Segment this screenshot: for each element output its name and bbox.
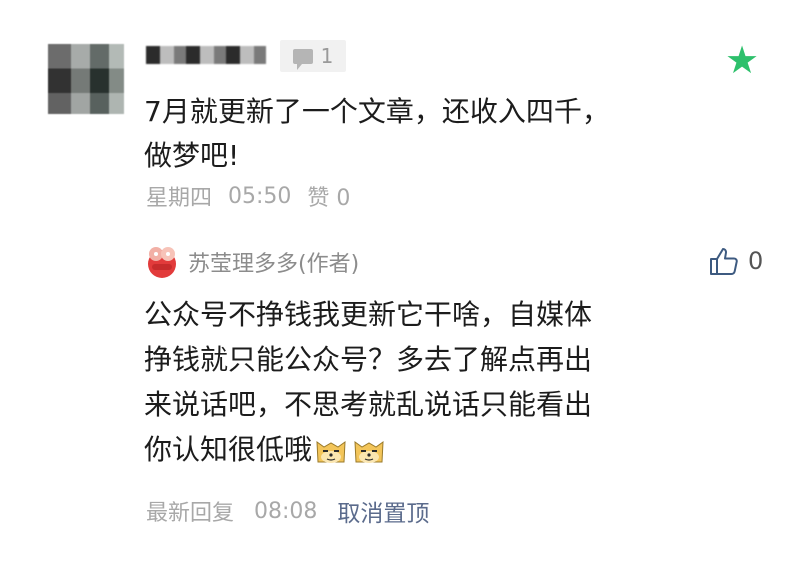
comment-time: 05:50 bbox=[228, 183, 292, 209]
author-avatar bbox=[148, 247, 176, 278]
doge-emoji-icon bbox=[354, 440, 384, 463]
doge-emoji-icon bbox=[316, 440, 346, 463]
latest-reply-time: 08:08 bbox=[254, 498, 318, 524]
reply-meta: 最新回复 08:08 取消置顶 bbox=[146, 494, 429, 528]
reply-text: 公众号不挣钱我更新它干啥，自媒体 挣钱就只能公众号？多去了解点再出 来说话吧，不… bbox=[144, 292, 704, 472]
reply-line: 来说话吧，不思考就乱说话只能看出 bbox=[144, 388, 593, 421]
comment-day: 星期四 bbox=[146, 186, 213, 211]
reply-line: 挣钱就只能公众号？多去了解点再出 bbox=[144, 343, 593, 376]
reply-line: 你认知很低哦 bbox=[144, 433, 313, 466]
comment-text: 7月就更新了一个文章，还收入四千， 做梦吧! bbox=[144, 90, 664, 178]
reply-author[interactable]: 苏莹理多多(作者) bbox=[188, 246, 359, 278]
reply-like-count: 0 bbox=[748, 247, 764, 275]
reply-like-button[interactable]: 0 bbox=[708, 246, 763, 276]
commenter-name-blurred bbox=[146, 46, 266, 64]
reply-count-badge: 1 bbox=[280, 40, 346, 72]
comment-line: 7月就更新了一个文章，还收入四千， bbox=[144, 95, 610, 128]
comment-line: 做梦吧! bbox=[144, 139, 240, 172]
star-icon[interactable]: ★ bbox=[722, 40, 762, 80]
commenter-avatar[interactable] bbox=[48, 44, 124, 114]
comment-likes[interactable]: 赞 0 bbox=[307, 180, 350, 212]
latest-reply-label: 最新回复 bbox=[146, 501, 235, 526]
reply-line: 公众号不挣钱我更新它干啥，自媒体 bbox=[144, 298, 593, 331]
thumbs-up-icon bbox=[710, 248, 738, 275]
reply-count: 1 bbox=[320, 44, 334, 68]
comment-meta: 星期四 05:50 赞 0 bbox=[146, 180, 350, 212]
unpin-button[interactable]: 取消置顶 bbox=[337, 494, 429, 528]
emoji-group bbox=[314, 436, 386, 466]
message-icon bbox=[292, 48, 313, 70]
